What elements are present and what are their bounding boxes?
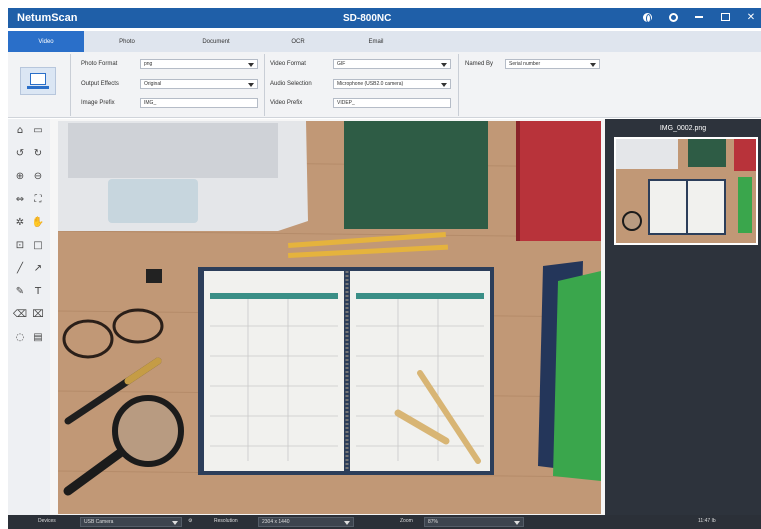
delete-icon[interactable]: ⌧: [30, 307, 46, 321]
devices-label: Devices: [38, 518, 56, 524]
camera-icon[interactable]: ⌂: [12, 123, 28, 137]
clock-text: 11:47 Ib: [698, 518, 716, 524]
actual-size-icon[interactable]: ⇔: [12, 192, 28, 206]
eraser-icon[interactable]: ⌫: [12, 307, 28, 321]
scan-preview-image[interactable]: [58, 121, 601, 514]
divider: [458, 54, 459, 116]
fit-screen-icon[interactable]: ⛶: [30, 192, 46, 206]
tab-photo[interactable]: Photo: [84, 31, 170, 52]
minimize-icon[interactable]: [693, 11, 705, 23]
chevron-down-icon: [248, 63, 254, 67]
device-title: SD-800NC: [343, 13, 392, 24]
arrow-icon[interactable]: ↗: [30, 261, 46, 275]
chevron-down-icon: [590, 63, 596, 67]
chevron-down-icon: [441, 63, 447, 67]
chevron-down-icon: [441, 83, 447, 87]
maximize-icon[interactable]: [719, 11, 731, 23]
chevron-down-icon: [344, 521, 350, 525]
globe-icon[interactable]: [641, 11, 653, 23]
hand-icon[interactable]: ✋: [30, 215, 46, 229]
photo-format-select[interactable]: png: [140, 59, 258, 69]
zoom-label: Zoom: [400, 518, 413, 524]
named-by-select[interactable]: Serial number: [505, 59, 600, 69]
thumbnail-panel: IMG_0002.png: [605, 119, 761, 515]
rectangle-icon[interactable]: □: [30, 238, 46, 252]
tab-document[interactable]: Document: [170, 31, 262, 52]
save-icon[interactable]: ▤: [30, 330, 46, 344]
output-effects-label: Output Effects: [81, 81, 119, 87]
thumbnail-filename: IMG_0002.png: [659, 125, 707, 132]
settings-gear-icon[interactable]: ✲: [12, 215, 28, 229]
resolution-select[interactable]: 2304 x 1440: [258, 517, 354, 527]
settings-gear-icon[interactable]: ⚙: [188, 518, 192, 524]
window-controls: ✕: [641, 11, 757, 23]
devices-select[interactable]: USB Camera: [80, 517, 182, 527]
audio-selection-label: Audio Selection: [270, 81, 312, 87]
tab-video[interactable]: Video: [8, 31, 84, 52]
thumbnail-image[interactable]: [614, 137, 758, 245]
divider: [70, 54, 71, 116]
chevron-down-icon: [172, 521, 178, 525]
left-toolbar: ⌂ ▭ ↺ ↻ ⊕ ⊖ ⇔ ⛶ ✲ ✋ ⊡ □ ╱ ↗ ✎ T ⌫ ⌧ ◌ ▤: [8, 119, 50, 515]
mode-tabs: Video Photo Document OCR Email: [8, 31, 761, 52]
crop-icon[interactable]: ⊡: [12, 238, 28, 252]
output-effects-select[interactable]: Original: [140, 79, 258, 89]
video-prefix-label: Video Prefix: [270, 100, 303, 106]
rotate-right-icon[interactable]: ↻: [30, 146, 46, 160]
close-icon[interactable]: ✕: [745, 11, 757, 23]
settings-panel: Photo Format png Output Effects Original…: [8, 52, 761, 118]
line-icon[interactable]: ╱: [12, 261, 28, 275]
status-bar: Devices USB Camera ⚙ Resolution 2304 x 1…: [8, 515, 761, 529]
chevron-down-icon: [248, 83, 254, 87]
resolution-label: Resolution: [214, 518, 238, 524]
rotate-left-icon[interactable]: ↺: [12, 146, 28, 160]
named-by-label: Named By: [465, 61, 494, 67]
tab-email[interactable]: Email: [334, 31, 418, 52]
video-format-select[interactable]: GIF: [333, 59, 451, 69]
pen-icon[interactable]: ✎: [12, 284, 28, 298]
divider: [264, 54, 265, 116]
title-bar: NetumScan SD-800NC ✕: [8, 8, 761, 28]
chevron-down-icon: [514, 521, 520, 525]
image-prefix-label: Image Prefix: [81, 100, 115, 106]
image-prefix-input[interactable]: IMG_: [140, 98, 258, 108]
tab-ocr[interactable]: OCR: [262, 31, 334, 52]
scan-mode-icon[interactable]: [20, 67, 56, 95]
app-title: NetumScan: [17, 12, 78, 24]
lasso-icon[interactable]: ◌: [12, 330, 28, 344]
gear-icon[interactable]: [667, 11, 679, 23]
text-icon[interactable]: T: [30, 284, 46, 298]
zoom-out-icon[interactable]: ⊖: [30, 169, 46, 183]
zoom-select[interactable]: 87%: [424, 517, 524, 527]
video-prefix-input[interactable]: VIDEP_: [333, 98, 451, 108]
video-camera-icon[interactable]: ▭: [30, 123, 46, 137]
audio-selection-select[interactable]: Microphone (USB2.0 camera): [333, 79, 451, 89]
zoom-in-icon[interactable]: ⊕: [12, 169, 28, 183]
photo-format-label: Photo Format: [81, 61, 118, 67]
video-format-label: Video Format: [270, 61, 306, 67]
